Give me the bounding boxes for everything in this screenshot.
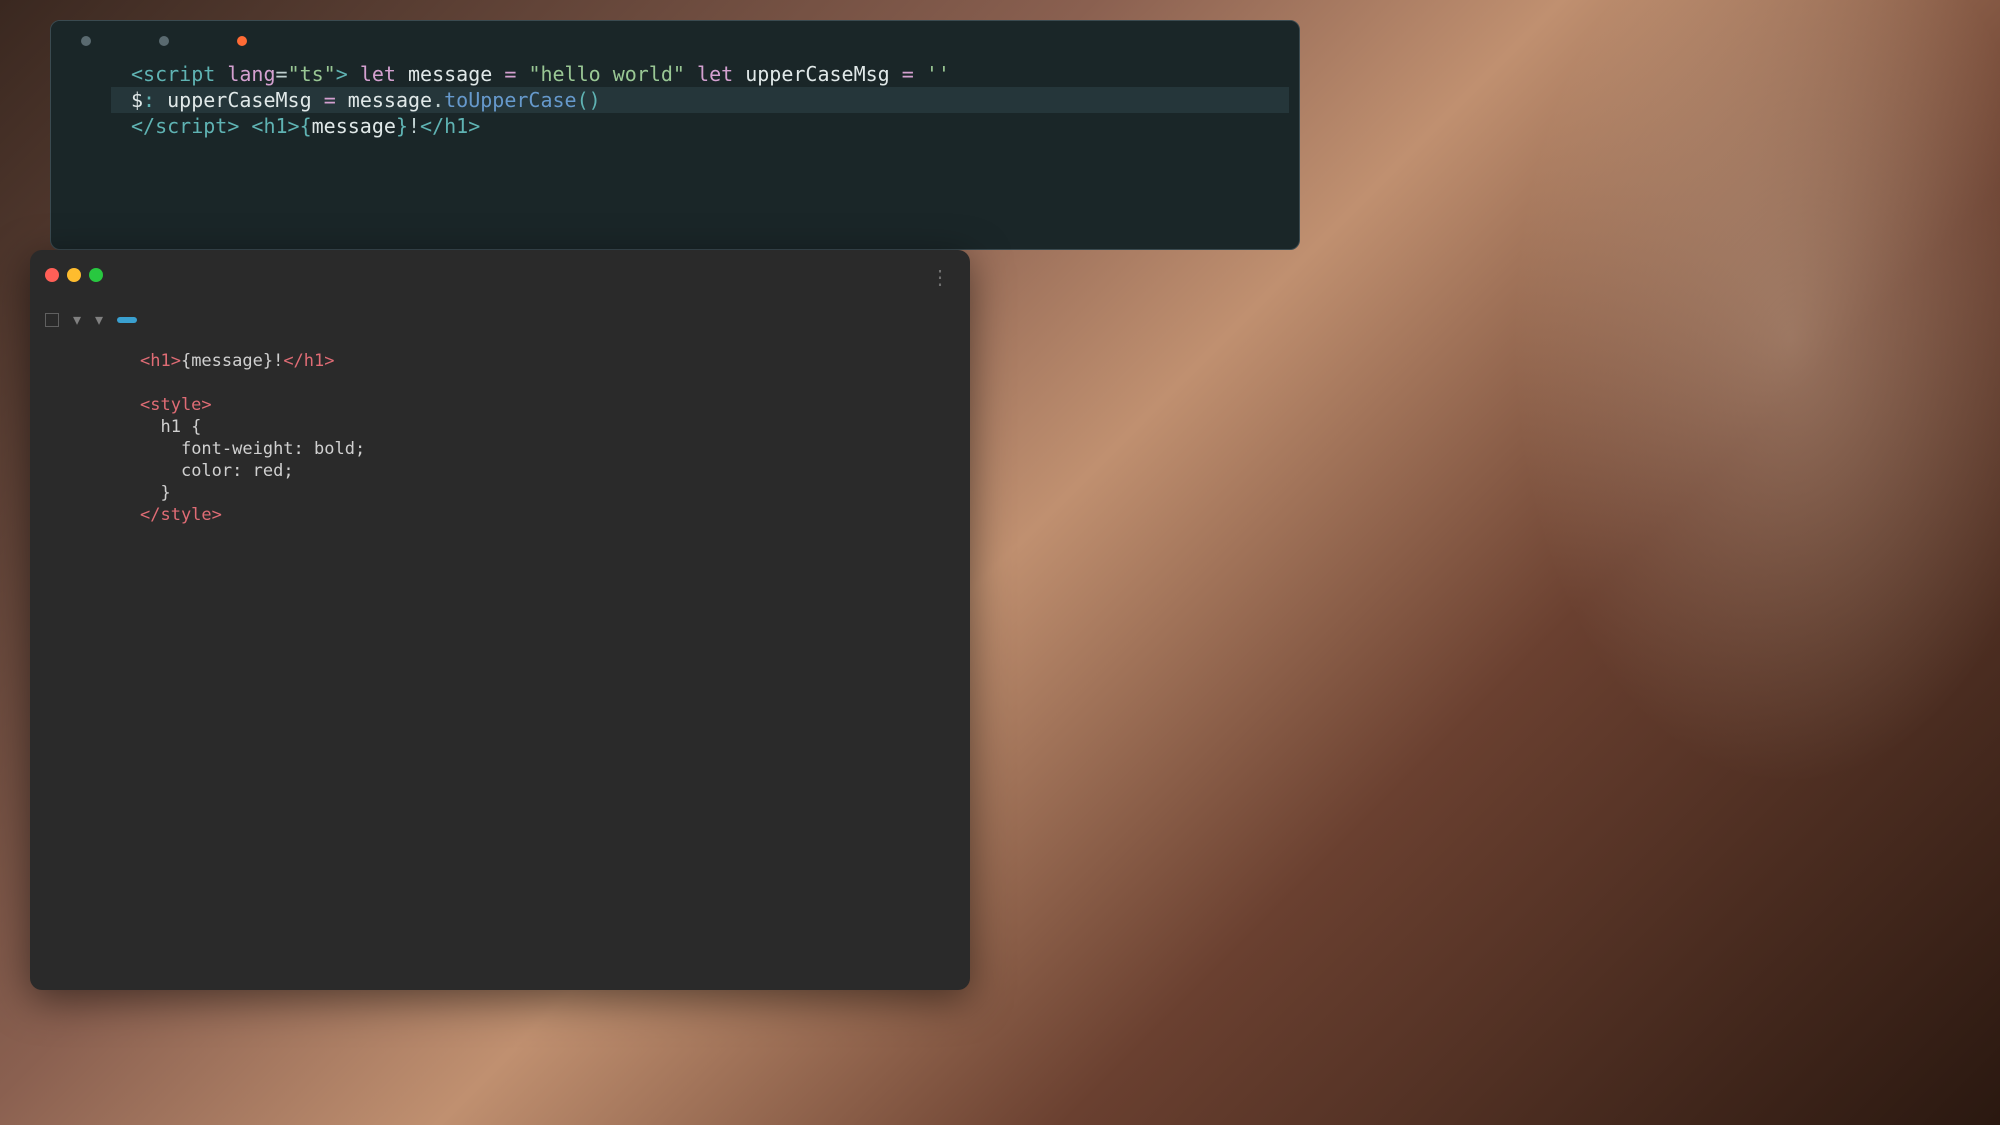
tab-badge[interactable] xyxy=(207,21,285,61)
close-button[interactable] xyxy=(45,268,59,282)
web-badge[interactable] xyxy=(117,317,137,323)
notes-window: ⋮ ▾ ▾ <h1>{message}!</h1> <style> h1 { f… xyxy=(30,250,970,990)
editor-tabs xyxy=(51,21,1299,61)
dot-icon xyxy=(159,36,169,46)
code-editor-window: <script lang="ts"> let message = "hello … xyxy=(50,20,1300,250)
titlebar xyxy=(30,250,970,300)
learn-dropdown[interactable]: ▾ xyxy=(73,310,81,330)
tab-page[interactable] xyxy=(129,21,207,61)
notes-toolbar: ▾ ▾ xyxy=(30,310,970,330)
checkbox-icon[interactable] xyxy=(45,313,59,327)
traffic-lights xyxy=(45,268,103,282)
dot-icon xyxy=(237,36,247,46)
tab-counter[interactable] xyxy=(51,21,129,61)
status-dropdown[interactable]: ▾ xyxy=(95,310,103,330)
dot-icon xyxy=(81,36,91,46)
minimize-button[interactable] xyxy=(67,268,81,282)
editor-code[interactable]: <script lang="ts"> let message = "hello … xyxy=(131,61,1289,139)
more-icon[interactable]: ⋮ xyxy=(930,265,950,290)
notes-content[interactable]: <h1>{message}!</h1> <style> h1 { font-we… xyxy=(30,340,970,536)
maximize-button[interactable] xyxy=(89,268,103,282)
